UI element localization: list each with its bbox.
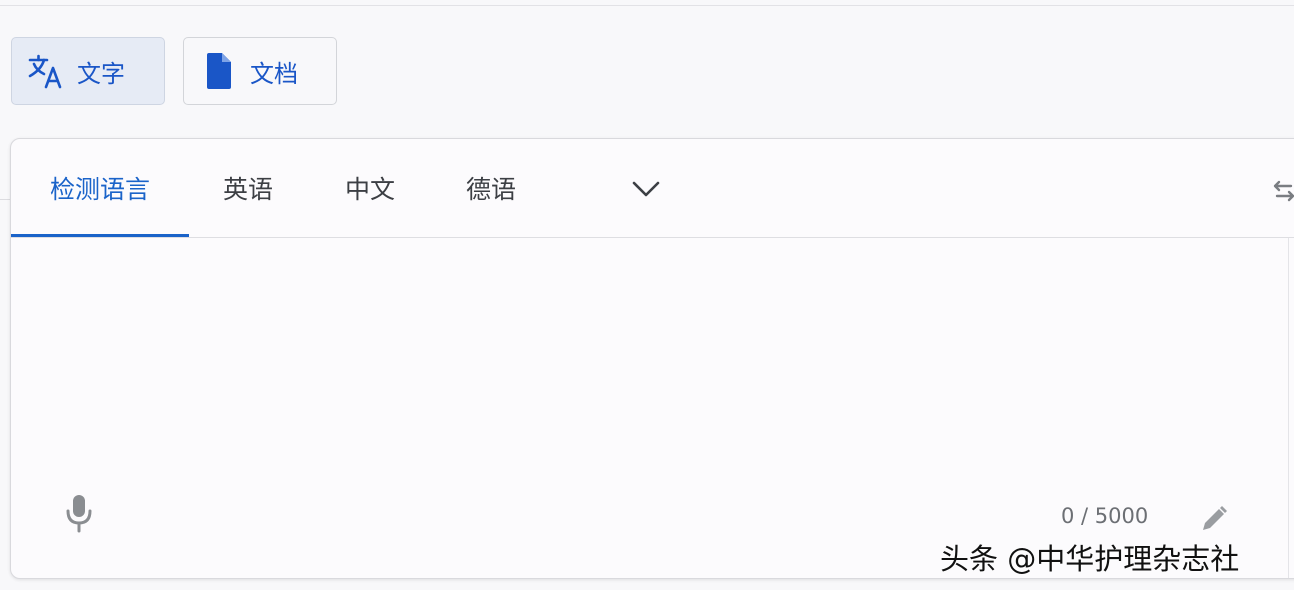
document-mode-button[interactable]: 文档 xyxy=(183,37,337,105)
document-icon xyxy=(204,52,234,90)
watermark: 头条 @中华护理杂志社 xyxy=(940,542,1240,576)
top-divider xyxy=(0,5,1294,6)
translation-source-panel: 检测语言 英语 中文 德语 0 / 5000 xyxy=(10,138,1294,579)
tab-german[interactable]: 德语 xyxy=(433,139,549,237)
active-tab-indicator xyxy=(11,234,189,237)
tab-english[interactable]: 英语 xyxy=(189,139,307,237)
translate-icon xyxy=(27,52,65,90)
text-mode-button[interactable]: 文字 xyxy=(11,37,165,105)
tab-chinese[interactable]: 中文 xyxy=(307,139,433,237)
text-mode-label: 文字 xyxy=(77,59,125,88)
source-language-tabs: 检测语言 英语 中文 德语 xyxy=(11,139,1294,238)
document-mode-label: 文档 xyxy=(250,59,298,88)
source-text-input[interactable] xyxy=(31,254,1275,478)
swap-languages-icon[interactable] xyxy=(1269,179,1294,203)
microphone-icon[interactable] xyxy=(63,493,95,533)
chevron-down-icon xyxy=(632,181,660,197)
tab-detect-language[interactable]: 检测语言 xyxy=(11,139,189,237)
pencil-icon[interactable] xyxy=(1199,504,1229,534)
character-count: 0 / 5000 xyxy=(1061,504,1149,528)
panel-divider xyxy=(1288,238,1289,578)
more-languages-button[interactable] xyxy=(628,171,664,207)
